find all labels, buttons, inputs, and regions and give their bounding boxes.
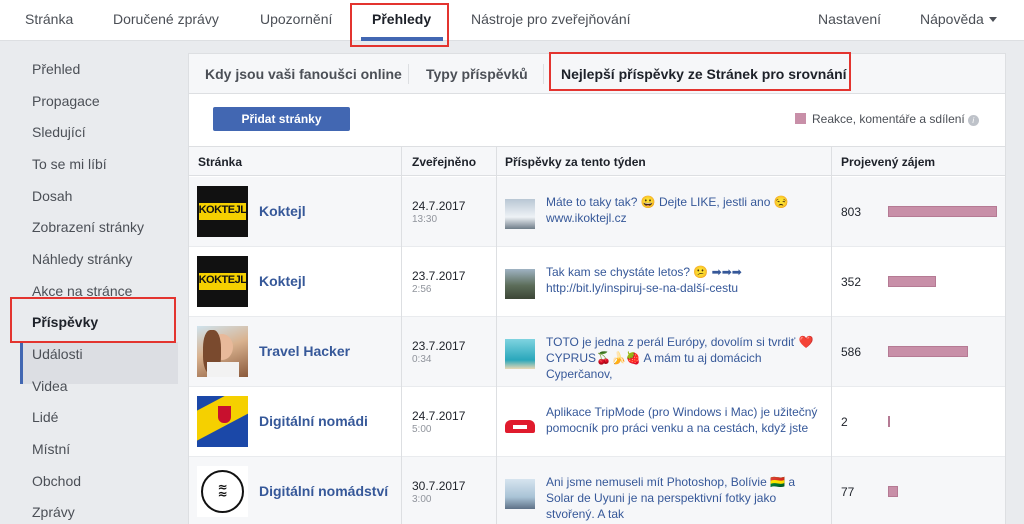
page-name-link[interactable]: Koktejl — [259, 203, 306, 219]
post-thumbnail[interactable] — [505, 199, 535, 229]
column-header-published[interactable]: Zveřejněno — [412, 155, 476, 169]
engagement-count: 352 — [841, 275, 862, 289]
published-time: 5:00 — [412, 424, 432, 435]
table-row: KOKTEJL Koktejl 23.7.2017 2:56 Tak kam se c… — [189, 247, 1005, 317]
page-avatar[interactable]: ≈ ≈ — [197, 466, 248, 517]
sidebar-item-shop[interactable]: Obchod — [32, 473, 81, 489]
highlight-box-insights-tab — [350, 3, 449, 47]
engagement-count: 77 — [841, 485, 855, 499]
legend-label: Reakce, komentáře a sdílení — [812, 112, 965, 126]
table-row: Travel Hacker 23.7.2017 0:34 TOTO je jedna … — [189, 317, 1005, 387]
table-row: ≈ ≈ Digitální nomádství 30.7.2017 3:00 Ani j… — [189, 457, 1005, 524]
column-header-posts[interactable]: Příspěvky za tento týden — [505, 155, 646, 169]
published-time: 13:30 — [412, 214, 438, 225]
digital-nomads-flag-icon — [197, 396, 248, 447]
column-divider — [401, 146, 402, 524]
engagement-bar — [888, 206, 997, 217]
post-text-link[interactable]: Máte to taky tak? 😀 Dejte LIKE, jestli a… — [546, 194, 821, 226]
sidebar-item-page-views[interactable]: Zobrazení stránky — [32, 219, 144, 235]
subtab-post-types[interactable]: Typy příspěvků — [426, 66, 528, 82]
post-thumbnail[interactable] — [505, 339, 535, 369]
nav-tab-publishing-tools[interactable]: Nástroje pro zveřejňování — [471, 11, 631, 27]
sidebar-item-local[interactable]: Místní — [32, 441, 70, 457]
nav-tab-notifications[interactable]: Upozornění — [260, 11, 332, 27]
engagement-bar — [888, 276, 936, 287]
column-header-page[interactable]: Stránka — [198, 155, 242, 169]
sidebar-item-people[interactable]: Lidé — [32, 409, 58, 425]
sidebar-item-promotions[interactable]: Propagace — [32, 93, 100, 109]
info-icon[interactable]: i — [967, 115, 979, 126]
table-row: Digitální nomádi 24.7.2017 5:00 Aplikace Tr… — [189, 387, 1005, 457]
sidebar-item-events[interactable]: Události — [32, 346, 83, 362]
highlight-box-top-posts-tab — [549, 52, 851, 91]
post-thumbnail[interactable] — [505, 269, 535, 299]
engagement-bar — [888, 486, 898, 497]
nav-tab-page[interactable]: Stránka — [25, 11, 73, 27]
engagement-bar — [888, 416, 890, 427]
sidebar-item-overview[interactable]: Přehled — [32, 61, 80, 77]
digital-nomadism-logo-icon: ≈ ≈ — [197, 466, 248, 517]
published-date: 24.7.2017 — [412, 409, 466, 423]
subtab-fans-online[interactable]: Kdy jsou vaši fanoušci online — [205, 66, 402, 82]
published-date: 24.7.2017 — [412, 199, 466, 213]
subtab-divider — [543, 64, 544, 84]
sidebar-item-reach[interactable]: Dosah — [32, 188, 72, 204]
sidebar-item-videos[interactable]: Videa — [32, 378, 68, 394]
highlight-box-posts — [10, 297, 176, 343]
page-avatar[interactable] — [197, 396, 248, 447]
nav-tab-inbox[interactable]: Doručené zprávy — [113, 11, 219, 27]
published-time: 2:56 — [412, 284, 432, 295]
nav-help-label: Nápověda — [920, 11, 984, 27]
post-image-thumbnail[interactable] — [505, 409, 535, 439]
engagement-count: 586 — [841, 345, 862, 359]
post-thumbnail[interactable] — [505, 479, 535, 509]
post-image-thumbnail[interactable] — [505, 479, 535, 509]
sidebar-item-likes[interactable]: To se mi líbí — [32, 156, 107, 172]
table-row: KOKTEJL Koktejl 24.7.2017 13:30 Máte to tak… — [189, 177, 1005, 247]
page-name-link[interactable]: Koktejl — [259, 273, 306, 289]
koktejl-logo-icon: KOKTEJL — [197, 256, 248, 307]
insights-sidebar: Přehled Propagace Sledující To se mi líb… — [0, 42, 185, 524]
post-image-thumbnail[interactable] — [505, 339, 535, 369]
sidebar-item-page-previews[interactable]: Náhledy stránky — [32, 251, 132, 267]
engagement-count: 2 — [841, 415, 848, 429]
page-avatar[interactable]: KOKTEJL — [197, 256, 248, 307]
insights-panel: Kdy jsou vaši fanoušci online Typy přísp… — [188, 53, 1006, 524]
page-avatar[interactable]: KOKTEJL — [197, 186, 248, 237]
sidebar-item-messages[interactable]: Zprávy — [32, 504, 75, 520]
post-text-link[interactable]: TOTO je jedna z perál Európy, dovolím si… — [546, 334, 821, 382]
chart-legend: Reakce, komentáře a sdílení i — [795, 112, 979, 126]
nav-help[interactable]: Nápověda — [920, 11, 997, 27]
sidebar-item-followers[interactable]: Sledující — [32, 124, 86, 140]
post-text-link[interactable]: Tak kam se chystáte letos? 😕 ➡➡➡ http://… — [546, 264, 821, 296]
top-navigation: Stránka Doručené zprávy Upozornění Přehl… — [0, 0, 1024, 41]
column-divider — [831, 146, 832, 524]
published-date: 23.7.2017 — [412, 269, 466, 283]
post-text-link[interactable]: Aplikace TripMode (pro Windows i Mac) je… — [546, 404, 821, 436]
published-date: 30.7.2017 — [412, 479, 466, 493]
post-thumbnail[interactable] — [505, 409, 535, 439]
travel-hacker-avatar — [197, 326, 248, 377]
subtab-divider — [408, 64, 409, 84]
column-header-engagement[interactable]: Projevený zájem — [841, 155, 935, 169]
chevron-down-icon — [988, 17, 997, 22]
page-avatar[interactable] — [197, 326, 248, 377]
engagement-count: 803 — [841, 205, 862, 219]
add-pages-button[interactable]: Přidat stránky — [213, 107, 350, 131]
page-name-link[interactable]: Digitální nomádství — [259, 483, 388, 499]
nav-settings[interactable]: Nastavení — [818, 11, 881, 27]
published-date: 23.7.2017 — [412, 339, 466, 353]
post-image-thumbnail[interactable] — [505, 269, 535, 299]
table-header: Stránka Zveřejněno Příspěvky za tento tý… — [189, 146, 1005, 176]
page-name-link[interactable]: Digitální nomádi — [259, 413, 368, 429]
legend-swatch — [795, 113, 806, 124]
koktejl-logo-icon: KOKTEJL — [197, 186, 248, 237]
published-time: 3:00 — [412, 494, 432, 505]
page-name-link[interactable]: Travel Hacker — [259, 343, 350, 359]
engagement-bar — [888, 346, 968, 357]
published-time: 0:34 — [412, 354, 432, 365]
column-divider — [496, 146, 497, 524]
post-text-link[interactable]: Ani jsme nemuseli mít Photoshop, Bolívie… — [546, 474, 821, 522]
post-image-thumbnail[interactable] — [505, 199, 535, 229]
